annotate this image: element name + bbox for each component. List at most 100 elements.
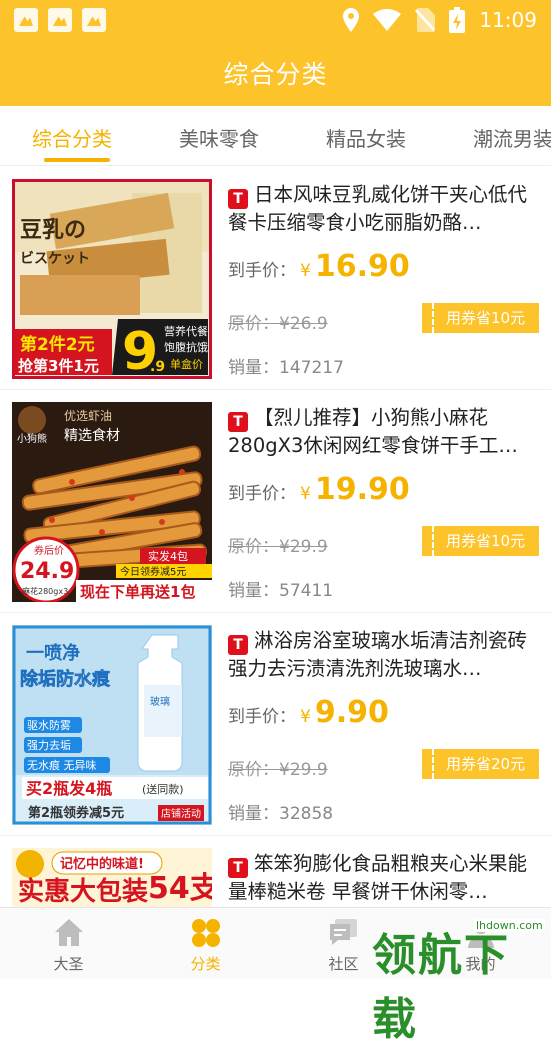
tmall-badge: T <box>228 412 248 432</box>
final-price-label: 到手价： <box>228 707 296 727</box>
original-price-label: 原价： <box>228 760 279 780</box>
page-title: 综合分类 <box>223 60 328 89</box>
image-text: 实惠大包装 <box>18 876 148 907</box>
image-text: 抢第3件1元 <box>18 357 99 375</box>
product-image-ricecake: 记忆中的味道! 实惠大包装 54支 <box>12 848 212 907</box>
image-text: 麻花280gx3 <box>22 586 68 596</box>
coupon-button[interactable]: 用券省10元 <box>422 526 546 556</box>
home-icon <box>54 919 83 946</box>
coupon-edge <box>422 303 432 333</box>
no-sim-icon <box>415 8 436 32</box>
image-text: 除垢防水痕 <box>20 668 111 690</box>
coupon-button[interactable]: 用券省10元 <box>422 303 546 333</box>
currency-symbol: ¥ <box>300 484 311 504</box>
image-text: 玻璃 <box>150 695 170 708</box>
image-text: 强力去垢 <box>27 739 71 752</box>
tab-all-categories[interactable]: 综合分类 <box>32 123 112 152</box>
sales-count: 销量：57411 <box>228 576 333 601</box>
final-price-row: 到手价： ¥ 19.90 <box>228 472 410 507</box>
watermark-logo: 领航下载 lhdown.com <box>368 915 551 1045</box>
community-icon <box>329 919 357 945</box>
product-image-twist: 小狗熊 优选虾油 精选食材 券后价 24.9 麻花280gx3 实发4包 今日领… <box>12 402 212 602</box>
sales-value: 57411 <box>279 581 334 601</box>
sales-label: 销量： <box>228 358 279 378</box>
product-title-text: 日本风味豆乳威化饼干夹心低代餐卡压缩零食小吃丽脂奶酪… <box>228 183 528 234</box>
category-icon <box>191 919 220 947</box>
tmall-badge: T <box>228 189 248 209</box>
notification-icon <box>14 8 38 32</box>
coupon-label: 用券省10元 <box>432 526 546 556</box>
coupon-label: 用券省20元 <box>432 749 546 779</box>
image-text: 优选虾油 <box>64 409 112 423</box>
status-bar-right: 11:09 <box>343 7 537 33</box>
nav-home[interactable]: 大圣 <box>0 908 137 980</box>
coupon-label: 用券省10元 <box>432 303 546 333</box>
watermark-text: 领航下载 <box>372 930 510 1045</box>
product-image-cleaner: 一喷净 除垢防水痕 驱水防雾 强力去垢 无水痕 无异味 玻璃 买2瓶发4瓶 (送… <box>12 625 212 825</box>
tab-snacks[interactable]: 美味零食 <box>179 123 259 152</box>
product-title[interactable]: T 笨笨狗膨化食品粗粮夹心米果能量棒糙米卷 早餐饼干休闲零… <box>228 850 536 907</box>
coupon-edge <box>422 749 432 779</box>
final-price-label: 到手价： <box>228 261 296 281</box>
image-text: 无水痕 无异味 <box>27 758 97 772</box>
clock: 11:09 <box>479 8 537 32</box>
image-text: 一喷净 <box>26 642 80 664</box>
sales-value: 147217 <box>279 358 344 378</box>
sales-label: 销量： <box>228 581 279 601</box>
product-card[interactable]: 记忆中的味道! 实惠大包装 54支 T 笨笨狗膨化食品粗粮夹心米果能量棒糙米卷 早… <box>0 836 551 907</box>
original-price: 原价：¥29.9 <box>228 532 328 557</box>
image-text: 第2件2元 <box>20 334 95 355</box>
product-title[interactable]: T 日本风味豆乳威化饼干夹心低代餐卡压缩零食小吃丽脂奶酪… <box>228 181 536 239</box>
image-text: 第2瓶领券减5元 <box>28 805 124 821</box>
final-price: 16.90 <box>314 249 410 284</box>
product-image[interactable]: 小狗熊 优选虾油 精选食材 券后价 24.9 麻花280gx3 实发4包 今日领… <box>12 402 212 602</box>
nav-category[interactable]: 分类 <box>137 908 274 980</box>
currency-symbol: ¥ <box>300 261 311 281</box>
original-price-value: ¥29.9 <box>279 537 328 557</box>
image-text: 今日领券减5元 <box>120 565 186 578</box>
product-title-text: 笨笨狗膨化食品粗粮夹心米果能量棒糙米卷 早餐饼干休闲零… <box>228 852 528 903</box>
final-price-row: 到手价： ¥ 9.90 <box>228 695 389 730</box>
original-price-label: 原价： <box>228 314 279 334</box>
image-text: 小狗熊 <box>17 432 47 445</box>
product-card[interactable]: 小狗熊 优选虾油 精选食材 券后价 24.9 麻花280gx3 实发4包 今日领… <box>0 390 551 613</box>
watermark-url: lhdown.com <box>474 919 545 932</box>
product-title-text: 淋浴房浴室玻璃水垢清洁剂瓷砖强力去污渍清洗剂洗玻璃水… <box>228 629 528 680</box>
notification-icon <box>48 8 72 32</box>
image-text: 精选食材 <box>64 427 120 444</box>
coupon-button[interactable]: 用券省20元 <box>422 749 546 779</box>
product-image[interactable]: 记忆中的味道! 实惠大包装 54支 <box>12 848 212 907</box>
original-price: 原价：¥26.9 <box>228 309 328 334</box>
product-title[interactable]: T 淋浴房浴室玻璃水垢清洁剂瓷砖强力去污渍清洗剂洗玻璃水… <box>228 627 536 685</box>
product-list: 豆乳の ビスケット 第2件2元 抢第3件1元 9 .9 营养代餐 饱腹抗饿 单盒… <box>0 167 551 907</box>
tab-womens-clothing[interactable]: 精品女装 <box>326 123 406 152</box>
image-text: 单盒价 <box>170 357 203 371</box>
image-text: (送同款) <box>142 782 184 796</box>
image-text: 饱腹抗饿 <box>164 340 208 354</box>
final-price: 9.90 <box>314 695 389 730</box>
product-image[interactable]: 一喷净 除垢防水痕 驱水防雾 强力去垢 无水痕 无异味 玻璃 买2瓶发4瓶 (送… <box>12 625 212 825</box>
image-text: 豆乳の <box>20 217 86 243</box>
original-price-value: ¥29.9 <box>279 760 328 780</box>
tab-mens-clothing[interactable]: 潮流男装 <box>473 123 551 152</box>
image-text: 买2瓶发4瓶 <box>26 779 112 798</box>
sales-label: 销量： <box>228 804 279 824</box>
image-text: 记忆中的味道! <box>60 856 144 872</box>
image-text: 实发4包 <box>148 549 188 563</box>
location-icon <box>343 8 360 32</box>
product-image[interactable]: 豆乳の ビスケット 第2件2元 抢第3件1元 9 .9 营养代餐 饱腹抗饿 单盒… <box>12 179 212 379</box>
battery-charging-icon <box>449 7 466 33</box>
product-title-text: 【烈儿推荐】小狗熊小麻花280gX3休闲网红零食饼干手工… <box>228 406 518 457</box>
product-card[interactable]: 豆乳の ビスケット 第2件2元 抢第3件1元 9 .9 营养代餐 饱腹抗饿 单盒… <box>0 167 551 390</box>
sales-value: 32858 <box>279 804 334 824</box>
status-bar: 11:09 <box>0 0 551 40</box>
image-text: 驱水防雾 <box>27 718 71 732</box>
app-header: 综合分类 <box>0 40 551 106</box>
final-price-label: 到手价： <box>228 484 296 504</box>
tmall-badge: T <box>228 858 248 878</box>
original-price-value: ¥26.9 <box>279 314 328 334</box>
final-price-row: 到手价： ¥ 16.90 <box>228 249 410 284</box>
shopping-bag-icon <box>82 8 106 32</box>
product-card[interactable]: 一喷净 除垢防水痕 驱水防雾 强力去垢 无水痕 无异味 玻璃 买2瓶发4瓶 (送… <box>0 613 551 836</box>
product-title[interactable]: T 【烈儿推荐】小狗熊小麻花280gX3休闲网红零食饼干手工… <box>228 404 536 462</box>
